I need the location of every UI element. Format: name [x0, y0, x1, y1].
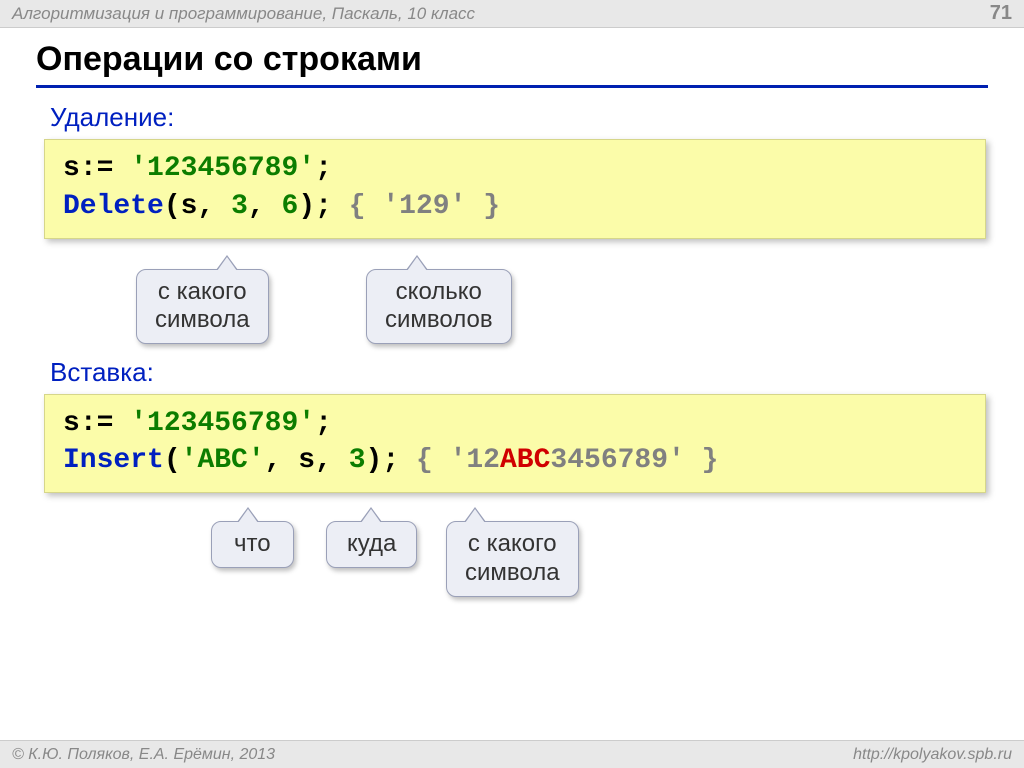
code-fn: Delete	[63, 191, 164, 222]
page-number: 71	[990, 2, 1012, 25]
section-insert-label: Вставка:	[50, 357, 988, 388]
code-open: (	[164, 445, 181, 476]
code-arg1: 'ABC'	[181, 445, 265, 476]
course-label: Алгоритмизация и программирование, Паска…	[12, 4, 475, 24]
code-comment-pre: '12	[450, 445, 500, 476]
callout-from-which-char: с какогосимвола	[136, 269, 269, 345]
code-assign: :=	[80, 408, 114, 439]
code-semi: ;	[315, 408, 332, 439]
code-comma1: ,	[197, 191, 214, 222]
footer-url: http://kpolyakov.spb.ru	[853, 746, 1012, 764]
code-comment-post: 3456789'	[550, 445, 684, 476]
code-close: );	[366, 445, 400, 476]
callout-how-many-chars: сколькосимволов	[366, 269, 512, 345]
callouts-delete: с какогосимвола сколькосимволов	[36, 239, 988, 349]
code-comment-red: ABC	[500, 445, 550, 476]
code-assign: :=	[80, 153, 114, 184]
section-delete-label: Удаление:	[50, 102, 988, 133]
callout-text: куда	[347, 530, 396, 557]
code-arg3: 3	[349, 445, 366, 476]
code-open: (	[164, 191, 181, 222]
code-var: s	[63, 408, 80, 439]
code-semi: ;	[315, 153, 332, 184]
code-comment-close: }	[483, 191, 500, 222]
code-comment-open: {	[416, 445, 433, 476]
callout-from-which-char-2: с какогосимвола	[446, 521, 579, 597]
code-arg2: 3	[231, 191, 248, 222]
callout-text: что	[234, 530, 271, 557]
code-comment-open: {	[349, 191, 366, 222]
code-delete: s:= '123456789'; Delete(s, 3, 6); { '129…	[44, 139, 986, 239]
callout-what: что	[211, 521, 294, 568]
code-comma2: ,	[315, 445, 332, 476]
copyright: © К.Ю. Поляков, Е.А. Ерёмин, 2013	[12, 746, 275, 764]
callout-text: с какогосимвола	[155, 278, 250, 334]
code-literal: '123456789'	[130, 153, 315, 184]
footer-bar: © К.Ю. Поляков, Е.А. Ерёмин, 2013 http:/…	[0, 740, 1024, 768]
code-insert: s:= '123456789'; Insert('ABC', s, 3); { …	[44, 394, 986, 494]
code-close: );	[298, 191, 332, 222]
code-comment-close: }	[702, 445, 719, 476]
header-bar: Алгоритмизация и программирование, Паска…	[0, 0, 1024, 28]
code-arg2: s	[298, 445, 315, 476]
code-arg1: s	[181, 191, 198, 222]
callout-where: куда	[326, 521, 417, 568]
slide-content: Операции со строками Удаление: s:= '1234…	[0, 28, 1024, 623]
callout-text: с какогосимвола	[465, 530, 560, 586]
code-comma1: ,	[265, 445, 282, 476]
code-arg3: 6	[282, 191, 299, 222]
code-literal: '123456789'	[130, 408, 315, 439]
code-comma2: ,	[248, 191, 265, 222]
callouts-insert: что куда с какогосимвола	[36, 493, 988, 623]
callout-text: сколькосимволов	[385, 278, 493, 334]
code-comment-val: '129'	[382, 191, 466, 222]
page-title: Операции со строками	[36, 40, 988, 88]
code-fn: Insert	[63, 445, 164, 476]
code-var: s	[63, 153, 80, 184]
